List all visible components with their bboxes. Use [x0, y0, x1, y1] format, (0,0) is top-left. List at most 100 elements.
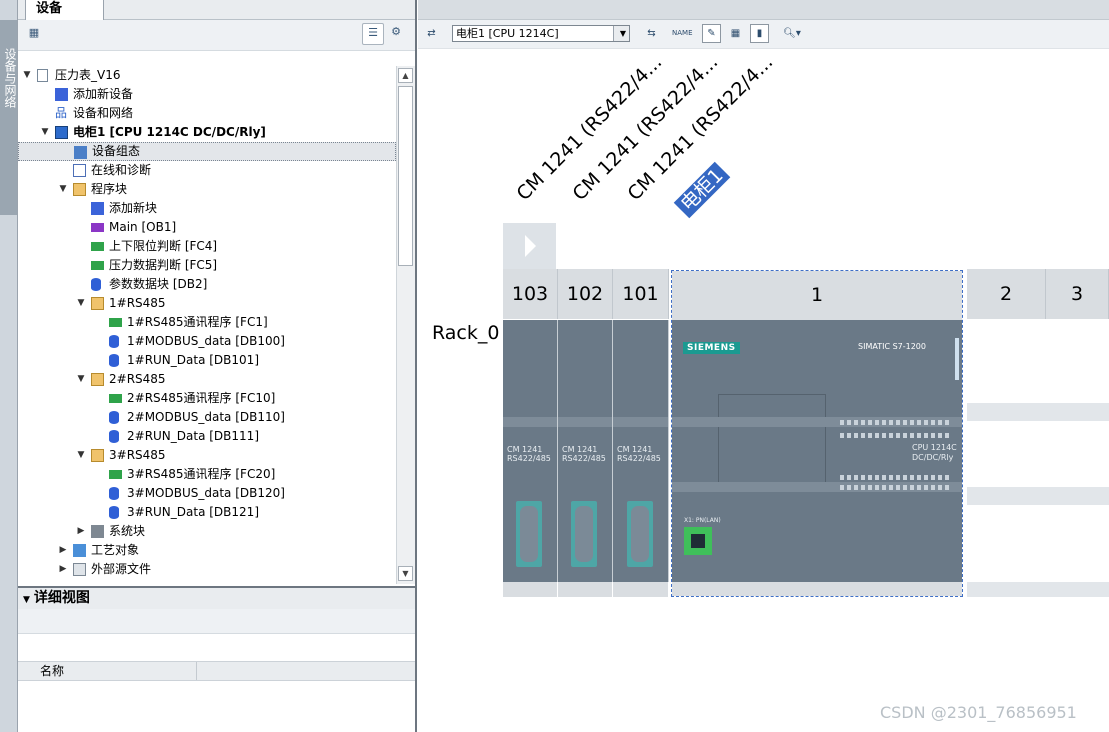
tree-item[interactable]: 1#RS485通讯程序 [FC1] [18, 313, 396, 332]
tree-item-label: 1#RS485通讯程序 [FC1] [127, 315, 268, 329]
scrollbar-thumb[interactable] [398, 86, 413, 266]
tree-item[interactable]: ▼ 3#RS485 [18, 446, 396, 465]
device-view-icon[interactable]: ⇄ [422, 24, 441, 43]
detail-view-columns: 名称 [18, 661, 415, 681]
tree-item[interactable]: 添加新设备 [18, 85, 396, 104]
network-view-icon[interactable]: ⇆ [642, 24, 661, 43]
tree-item[interactable]: 3#RS485通讯程序 [FC20] [18, 465, 396, 484]
slot-header-101: 101 [613, 269, 669, 319]
tree-toolbar: ▦ ☰ ⚙ [18, 20, 415, 51]
tree-item[interactable]: ▼ 2#RS485 [18, 370, 396, 389]
tree-item[interactable]: 添加新块 [18, 199, 396, 218]
fc-block-icon [109, 394, 122, 403]
cm-module-101[interactable]: CM 1241 RS422/485 [613, 320, 669, 597]
show-overview-icon[interactable]: ▦ [24, 24, 44, 44]
cm-module-text: CM 1241 RS422/485 [617, 445, 661, 463]
slot-band [967, 403, 1109, 421]
empty-slot-3[interactable] [1046, 320, 1109, 582]
tree-item[interactable]: 设备组态 [18, 142, 396, 161]
detail-view-band [18, 609, 415, 634]
tree-item[interactable]: 品设备和网络 [18, 104, 396, 123]
tree-item[interactable]: 3#RUN_Data [DB121] [18, 503, 396, 522]
module-footer [503, 582, 557, 597]
project-icon [37, 69, 48, 82]
panel-toggle-icon[interactable]: ▮ [750, 24, 769, 43]
tree-item[interactable]: 1#MODBUS_data [DB100] [18, 332, 396, 351]
tree-item[interactable]: Main [OB1] [18, 218, 396, 237]
db-block-icon [109, 506, 119, 519]
slot-header-1: 1 [672, 271, 962, 320]
tree-item-label: 2#RS485 [109, 372, 166, 386]
side-tab-devices-networks[interactable]: 设备与网络 [0, 20, 17, 215]
tree-item[interactable]: ▼ 电柜1 [CPU 1214C DC/DC/Rly] [18, 123, 396, 142]
tab-devices[interactable]: 设备 [25, 0, 104, 20]
tree-item[interactable]: 3#MODBUS_data [DB120] [18, 484, 396, 503]
collapse-chevron-icon[interactable]: ▼ [23, 595, 30, 605]
collapse-arrow-icon[interactable]: ▼ [76, 294, 86, 313]
scroll-up-icon[interactable]: ▲ [398, 68, 413, 83]
editor-toolbar: ⇄ 电柜1 [CPU 1214C] ▼ ⇆ NAME ✎ ▦ ▮ 🔍︎▾ [418, 20, 1109, 49]
tree-item[interactable]: ▼ 压力表_V16 [18, 66, 396, 85]
db-block-icon [109, 487, 119, 500]
expand-arrow-icon[interactable]: ▶ [58, 541, 68, 560]
collapse-arrow-icon[interactable]: ▼ [76, 446, 86, 465]
cpu-body: SIEMENS SIMATIC S7-1200 CPU 1214C DC/DC/… [672, 320, 962, 582]
output-leds [840, 485, 950, 490]
scroll-down-icon[interactable]: ▼ [398, 566, 413, 581]
expand-arrow-icon[interactable]: ▶ [76, 522, 86, 541]
pen-icon[interactable]: ✎ [702, 24, 721, 43]
collapse-arrow-icon[interactable]: ▼ [40, 123, 50, 142]
collapse-arrow-icon[interactable]: ▼ [58, 180, 68, 199]
tree-item[interactable]: ▼ 1#RS485 [18, 294, 396, 313]
ethernet-port-icon[interactable] [684, 527, 712, 555]
tree-item[interactable]: 参数数据块 [DB2] [18, 275, 396, 294]
tree-item[interactable]: 上下限位判断 [FC4] [18, 237, 396, 256]
cpu-window [718, 394, 826, 486]
tree-item-label: Main [OB1] [109, 220, 177, 234]
tree-item[interactable]: ▶ 工艺对象 [18, 541, 396, 560]
device-select[interactable]: 电柜1 [CPU 1214C] ▼ [452, 25, 630, 42]
tree-item[interactable]: 2#RS485通讯程序 [FC10] [18, 389, 396, 408]
expand-rack-button[interactable] [503, 223, 556, 269]
tree-item-label: 上下限位判断 [FC4] [109, 239, 218, 253]
tree-item[interactable]: 在线和诊断 [18, 161, 396, 180]
grid-icon[interactable]: ▦ [726, 24, 745, 43]
dropdown-arrow-icon[interactable]: ▼ [613, 26, 629, 41]
tree-item-label: 3#RUN_Data [DB121] [127, 505, 259, 519]
folder-icon [91, 373, 104, 386]
tree-item-label: 添加新块 [109, 201, 158, 215]
tree-item[interactable]: ▶ 系统块 [18, 522, 396, 541]
tree-item[interactable]: 2#RUN_Data [DB111] [18, 427, 396, 446]
db-block-icon [109, 411, 119, 424]
detail-view-header[interactable]: ▼ 详细视图 [18, 586, 415, 610]
tree-item-label: 1#MODBUS_data [DB100] [127, 334, 285, 348]
tree-item-label: 设备组态 [92, 144, 141, 158]
empty-slot-2[interactable] [967, 320, 1047, 582]
tree-item[interactable]: 1#RUN_Data [DB101] [18, 351, 396, 370]
cpu-label-tag[interactable]: 电柜1 [671, 159, 731, 219]
collapse-arrow-icon[interactable]: ▼ [22, 66, 32, 85]
list-view-icon[interactable]: ☰ [362, 23, 384, 45]
show-names-icon[interactable]: NAME [672, 24, 693, 43]
tree-settings-icon[interactable]: ⚙ [386, 23, 406, 43]
cm-module-102[interactable]: CM 1241 RS422/485 [558, 320, 613, 597]
cm-module-103[interactable]: CM 1241 RS422/485 [503, 320, 558, 597]
tree-item[interactable]: 压力数据判断 [FC5] [18, 256, 396, 275]
input-leds [840, 433, 950, 438]
tree-item-label: 3#RS485通讯程序 [FC20] [127, 467, 276, 481]
tree-item-label: 3#MODBUS_data [DB120] [127, 486, 285, 500]
tree-item[interactable]: ▶ 外部源文件 [18, 560, 396, 579]
tree-item-label: 电柜1 [CPU 1214C DC/DC/Rly] [73, 125, 266, 139]
expand-arrow-icon [525, 235, 536, 257]
tree-item[interactable]: 2#MODBUS_data [DB110] [18, 408, 396, 427]
column-header-name[interactable]: 名称 [40, 662, 197, 680]
tree-item[interactable]: ▼ 程序块 [18, 180, 396, 199]
serial-port-icon [516, 501, 542, 567]
collapse-arrow-icon[interactable]: ▼ [76, 370, 86, 389]
device-config-icon [74, 146, 87, 159]
cpu-module[interactable]: 1 SIEMENS SIMATIC S7-1200 CPU 1214C DC/D… [671, 270, 963, 597]
zoom-icon[interactable]: 🔍︎▾ [778, 24, 806, 43]
expand-arrow-icon[interactable]: ▶ [58, 560, 68, 579]
tree-scrollbar[interactable]: ▲ ▼ [396, 66, 415, 584]
network-icon: 品 [55, 106, 68, 120]
